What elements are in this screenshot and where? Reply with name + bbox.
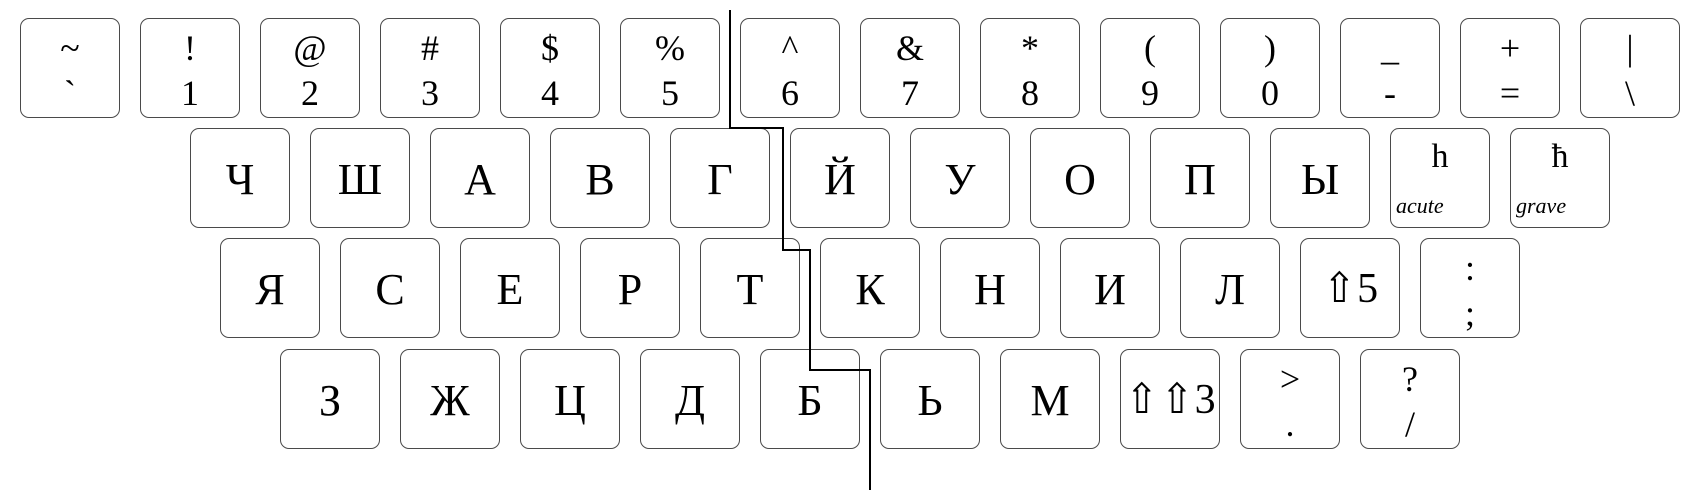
keyboard-layout: ~ `! 1 @2 #3 $4% 5 ^ 6 & 7 * 8(9) 0 _ - + = | \ Ч Ш А В Г Й У О П Ыh a… — [0, 0, 1700, 500]
hand-divider-line — [729, 10, 871, 490]
hand-divider-path — [729, 10, 871, 490]
